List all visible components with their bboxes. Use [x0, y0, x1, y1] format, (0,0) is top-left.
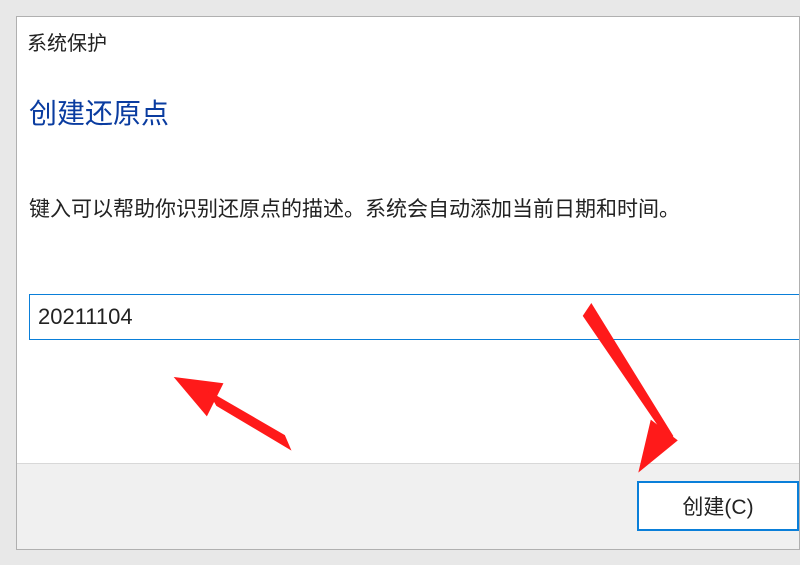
outer-container: 系统保护 创建还原点 键入可以帮助你识别还原点的描述。系统会自动添加当前日期和时…	[0, 0, 800, 565]
system-protection-dialog: 系统保护 创建还原点 键入可以帮助你识别还原点的描述。系统会自动添加当前日期和时…	[16, 16, 800, 550]
restore-point-description-input[interactable]	[29, 294, 800, 340]
dialog-header: 系统保护	[17, 17, 799, 56]
description-input-wrap	[29, 294, 800, 340]
create-button[interactable]: 创建(C)	[637, 481, 799, 531]
dialog-button-bar: 创建(C)	[17, 463, 799, 549]
arrow-to-input	[175, 378, 291, 450]
page-title: 创建还原点	[17, 56, 799, 132]
instruction-text: 键入可以帮助你识别还原点的描述。系统会自动添加当前日期和时间。	[17, 132, 799, 226]
